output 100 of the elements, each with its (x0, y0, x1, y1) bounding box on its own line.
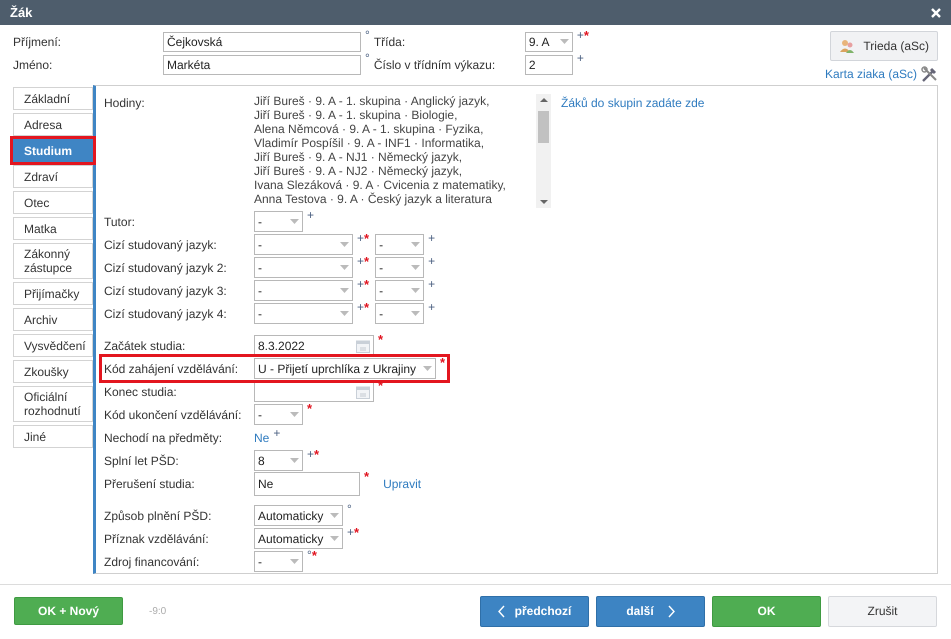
close-icon[interactable] (931, 8, 941, 18)
chevron-left-icon (498, 604, 505, 618)
hint-mark: + (357, 255, 364, 268)
field-label: Cizí studovaný jazyk 3: (104, 282, 228, 300)
calendar-icon (356, 338, 370, 352)
dropdown[interactable]: - (254, 257, 353, 278)
required-mark: * (354, 526, 360, 539)
hint-mark: + (428, 278, 436, 290)
dropdown[interactable]: Automaticky (254, 505, 343, 526)
side-tab[interactable]: Matka (13, 217, 93, 240)
class-button[interactable]: Trieda (aSc) (830, 31, 938, 61)
hint-mark: + (273, 426, 280, 438)
side-tab[interactable]: Otec (13, 191, 93, 214)
dropdown[interactable]: - (375, 303, 424, 324)
side-tab[interactable]: Základní (13, 87, 93, 110)
caret-icon (423, 366, 432, 371)
next-button[interactable]: další (596, 596, 705, 626)
scroll-up-icon[interactable] (540, 98, 548, 102)
caret-icon (330, 513, 339, 518)
side-tab[interactable]: Přijímačky (13, 282, 93, 305)
tools-icon[interactable] (921, 66, 938, 82)
caret-icon (330, 536, 339, 541)
dropdown[interactable]: - (375, 280, 424, 301)
hint-mark: + (576, 52, 584, 64)
field-label: Splní let PŠD: (104, 452, 180, 470)
required-mark: * (364, 470, 370, 482)
field-label: Cizí studovaný jazyk 4: (104, 306, 228, 322)
dropdown[interactable]: - (254, 551, 303, 572)
hint-mark: + (347, 526, 354, 539)
required-mark: * (364, 301, 370, 314)
dropdown[interactable]: 8 (254, 450, 303, 471)
side-tab[interactable]: Studium (13, 139, 93, 162)
lesson-item: Jiří Bureš · 9. A - NJ1 · Německý jazyk, (254, 150, 464, 164)
hint-mark: + (307, 209, 314, 221)
hint-mark: + (576, 29, 584, 42)
field-label: Cizí studovaný jazyk 2: (104, 260, 228, 276)
dropdown[interactable]: - (375, 234, 424, 255)
hint-mark: ° (365, 29, 370, 41)
field-label: Zdroj financování: (104, 554, 200, 570)
dropdown[interactable]: 9. A (524, 32, 573, 52)
required-mark: * (584, 29, 589, 42)
dropdown[interactable]: - (254, 234, 353, 255)
hint-mark: + (357, 278, 364, 291)
caret-icon (560, 39, 569, 44)
caret-icon (411, 265, 420, 270)
link[interactable]: Ne (254, 428, 270, 446)
field-label: Začátek studia: (104, 338, 186, 354)
side-tab[interactable]: Vysvědčení (13, 334, 93, 357)
scroll-down-icon[interactable] (540, 200, 548, 204)
hint-mark: ° (307, 549, 312, 562)
groups-link[interactable]: Žáků do skupin zadáte zde (561, 94, 704, 112)
dropdown[interactable]: - (254, 303, 353, 324)
field-label: Kód zahájení vzdělávání: (104, 360, 240, 378)
field-label: Příznak vzdělávání: (104, 530, 210, 548)
date-field[interactable]: 8.3.2022 (254, 335, 374, 356)
hint-mark: + (428, 232, 436, 244)
lesson-item: Jiří Bureš · 9. A - 1. skupina · Anglický jazyk, (254, 94, 490, 108)
hint-mark: ° (365, 52, 370, 64)
caret-icon (340, 311, 349, 316)
side-tab[interactable]: Adresa (13, 113, 93, 136)
dropdown[interactable]: - (254, 404, 303, 425)
required-mark: * (307, 402, 312, 415)
hint-mark: ° (347, 503, 352, 515)
chevron-right-icon (668, 604, 675, 618)
cancel-button[interactable]: Zrušit (828, 596, 937, 626)
scroll-thumb[interactable] (538, 111, 549, 143)
lesson-item: Alena Němcová · 9. A - 1. skupina · Fyzika, (254, 122, 484, 136)
required-mark: * (364, 278, 370, 291)
dropdown[interactable]: - (375, 257, 424, 278)
field-label: Hodiny: (104, 95, 146, 112)
scrollbar[interactable] (536, 94, 551, 208)
dropdown[interactable]: Automaticky (254, 528, 343, 549)
side-tab[interactable]: Archiv (13, 308, 93, 331)
lesson-item: Anna Testova · 9. A · Český jazyk a literatura (254, 192, 493, 206)
field-label: Příjmení: (13, 34, 62, 50)
dropdown[interactable]: - (254, 211, 303, 232)
previous-button[interactable]: předchozí (480, 596, 589, 626)
text-field[interactable]: Čejkovská (163, 32, 361, 52)
side-tab[interactable]: Zdraví (13, 165, 93, 188)
dropdown[interactable]: U - Přijetí uprchlíka z Ukrajiny (254, 358, 436, 379)
side-tab[interactable]: Zkoušky (13, 360, 93, 383)
text-field[interactable]: 2 (524, 54, 573, 74)
hint-mark: + (357, 301, 364, 314)
text-field[interactable]: Markéta (163, 54, 361, 74)
side-tab[interactable]: Oficiální rozhodnutí (13, 386, 93, 422)
hint-mark: + (428, 255, 436, 267)
required-mark: * (364, 232, 370, 245)
hint-mark: + (428, 301, 436, 313)
text-field[interactable]: Ne (254, 472, 360, 496)
date-field[interactable] (254, 381, 374, 402)
calendar-icon (356, 384, 370, 398)
field-label: Třída: (374, 34, 406, 50)
side-tab[interactable]: Jiné (13, 425, 93, 448)
caret-icon (290, 559, 299, 564)
side-tab[interactable]: Zákonný zástupce (13, 243, 93, 279)
required-mark: * (364, 255, 370, 268)
dropdown[interactable]: - (254, 280, 353, 301)
link[interactable]: Upravit (383, 474, 422, 492)
field-label: Jméno: (13, 56, 54, 74)
card-link[interactable]: Karta ziaka (aSc) (824, 65, 917, 83)
